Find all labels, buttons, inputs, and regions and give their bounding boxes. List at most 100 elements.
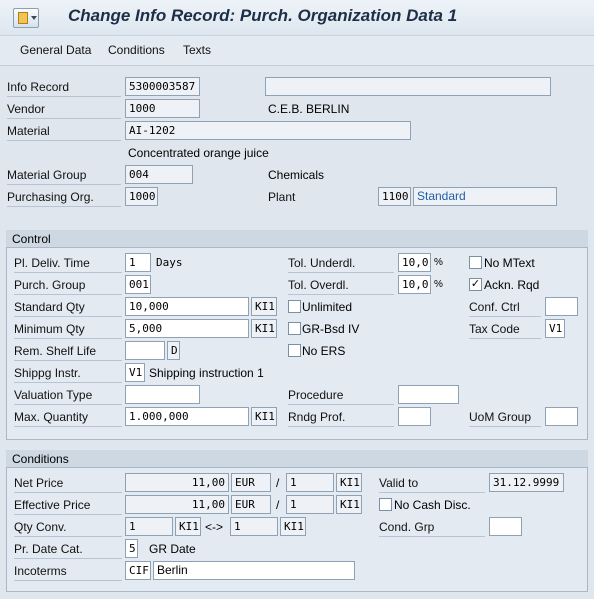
standard-qty-unit: KI1 — [251, 297, 277, 316]
vendor-name: C.E.B. BERLIN — [268, 102, 350, 116]
qty-conv-label: Qty Conv. — [14, 517, 122, 537]
control-section-title: Control — [6, 230, 588, 248]
no-cash-disc-label: No Cash Disc. — [394, 498, 471, 512]
effective-price-unit: KI1 — [336, 495, 362, 514]
shipping-instr-field[interactable]: V1 — [125, 363, 145, 382]
incoterms-location-field[interactable]: Berlin — [153, 561, 355, 580]
plant-label: Plant — [268, 190, 296, 204]
plant-type-field[interactable]: Standard — [413, 187, 557, 206]
menu-icon[interactable] — [13, 8, 39, 28]
no-ers-checkbox[interactable] — [288, 344, 301, 357]
material-label: Material — [7, 121, 121, 141]
tol-overdl-label: Tol. Overdl. — [288, 275, 394, 295]
menu-texts[interactable]: Texts — [183, 43, 211, 57]
unlimited-label: Unlimited — [302, 300, 353, 314]
valuation-type-label: Valuation Type — [14, 385, 122, 405]
net-price-unit: KI1 — [336, 473, 362, 492]
gr-bsd-iv-checkbox[interactable] — [288, 322, 301, 335]
net-price-per[interactable]: 1 — [286, 473, 334, 492]
pl-deliv-time-unit: Days — [156, 256, 183, 269]
procedure-label: Procedure — [288, 385, 394, 405]
conf-ctrl-field[interactable] — [545, 297, 578, 316]
tol-underdl-field[interactable]: 10,0 — [398, 253, 431, 272]
conditions-section-title: Conditions — [6, 450, 588, 468]
rem-shelf-life-label: Rem. Shelf Life — [14, 341, 122, 361]
no-mtext-checkbox[interactable] — [469, 256, 482, 269]
net-price-label: Net Price — [14, 473, 122, 493]
no-ers-label: No ERS — [302, 344, 346, 358]
effective-price-currency[interactable]: EUR — [231, 495, 271, 514]
vendor-field[interactable]: 1000 — [125, 99, 200, 118]
tax-code-label: Tax Code — [469, 319, 541, 339]
purch-org-field[interactable]: 1000 — [125, 187, 158, 206]
rem-shelf-life-unit: D — [167, 341, 180, 360]
effective-price-field[interactable]: 11,00 — [125, 495, 229, 514]
rndg-prof-field[interactable] — [398, 407, 431, 426]
qty-conv-field-a[interactable]: 1 — [125, 517, 173, 536]
qty-conv-unit-b: KI1 — [280, 517, 306, 536]
page-title: Change Info Record: Purch. Organization … — [68, 6, 458, 25]
material-description: Concentrated orange juice — [128, 146, 269, 160]
uom-group-label: UoM Group — [469, 407, 541, 427]
material-group-label: Material Group — [7, 165, 121, 185]
effective-price-slash: / — [276, 498, 280, 512]
material-group-field[interactable]: 004 — [125, 165, 193, 184]
rem-shelf-life-field[interactable] — [125, 341, 165, 360]
uom-group-field[interactable] — [545, 407, 578, 426]
valuation-type-field[interactable] — [125, 385, 200, 404]
ackn-rqd-label: Ackn. Rqd — [484, 278, 540, 292]
rndg-prof-label: Rndg Prof. — [288, 407, 394, 427]
max-quantity-field[interactable]: 1.000,000 — [125, 407, 249, 426]
purch-group-field[interactable]: 001 — [125, 275, 151, 294]
info-record-label: Info Record — [7, 77, 121, 97]
standard-qty-field[interactable]: 10,000 — [125, 297, 249, 316]
pr-date-cat-label: Pr. Date Cat. — [14, 539, 122, 559]
procedure-field[interactable] — [398, 385, 459, 404]
no-cash-disc-checkbox[interactable] — [379, 498, 392, 511]
pr-date-cat-field[interactable]: 5 — [125, 539, 138, 558]
purch-group-label: Purch. Group — [14, 275, 122, 295]
info-record-field[interactable]: 5300003587 — [125, 77, 200, 96]
max-quantity-unit: KI1 — [251, 407, 277, 426]
tax-code-field[interactable]: V1 — [545, 319, 565, 338]
shipping-instr-text: Shipping instruction 1 — [149, 366, 264, 380]
plant-field[interactable]: 1100 — [378, 187, 411, 206]
gr-bsd-iv-label: GR-Bsd IV — [302, 322, 360, 336]
menu-conditions[interactable]: Conditions — [108, 43, 165, 57]
tol-underdl-percent: % — [434, 257, 443, 268]
valid-to-label: Valid to — [379, 473, 485, 493]
minimum-qty-unit: KI1 — [251, 319, 277, 338]
purch-org-label: Purchasing Org. — [7, 187, 121, 207]
pl-deliv-time-field[interactable]: 1 — [125, 253, 151, 272]
qty-conv-unit-a: KI1 — [175, 517, 201, 536]
minimum-qty-label: Minimum Qty — [14, 319, 122, 339]
cond-grp-label: Cond. Grp — [379, 517, 485, 537]
qty-conv-field-b[interactable]: 1 — [230, 517, 278, 536]
incoterms-label: Incoterms — [14, 561, 122, 581]
vendor-label: Vendor — [7, 99, 121, 119]
qty-conv-arrow: <-> — [205, 520, 224, 534]
menu-general-data[interactable]: General Data — [20, 43, 91, 57]
max-quantity-label: Max. Quantity — [14, 407, 122, 427]
net-price-field[interactable]: 11,00 — [125, 473, 229, 492]
material-field[interactable]: AI-1202 — [125, 121, 411, 140]
material-group-text: Chemicals — [268, 168, 325, 182]
net-price-currency[interactable]: EUR — [231, 473, 271, 492]
tol-overdl-field[interactable]: 10,0 — [398, 275, 431, 294]
valid-to-field[interactable]: 31.12.9999 — [489, 473, 564, 492]
minimum-qty-field[interactable]: 5,000 — [125, 319, 249, 338]
ackn-rqd-checkbox[interactable]: ✓ — [469, 278, 482, 291]
incoterms-field[interactable]: CIF — [125, 561, 151, 580]
shipping-instr-label: Shippg Instr. — [14, 363, 122, 383]
info-record-extra-field[interactable] — [265, 77, 551, 96]
no-mtext-label: No MText — [484, 256, 535, 270]
net-price-slash: / — [276, 476, 280, 490]
conf-ctrl-label: Conf. Ctrl — [469, 297, 541, 317]
standard-qty-label: Standard Qty — [14, 297, 122, 317]
cond-grp-field[interactable] — [489, 517, 522, 536]
effective-price-label: Effective Price — [14, 495, 122, 515]
effective-price-per[interactable]: 1 — [286, 495, 334, 514]
pl-deliv-time-label: Pl. Deliv. Time — [14, 253, 122, 273]
tol-underdl-label: Tol. Underdl. — [288, 253, 394, 273]
unlimited-checkbox[interactable] — [288, 300, 301, 313]
